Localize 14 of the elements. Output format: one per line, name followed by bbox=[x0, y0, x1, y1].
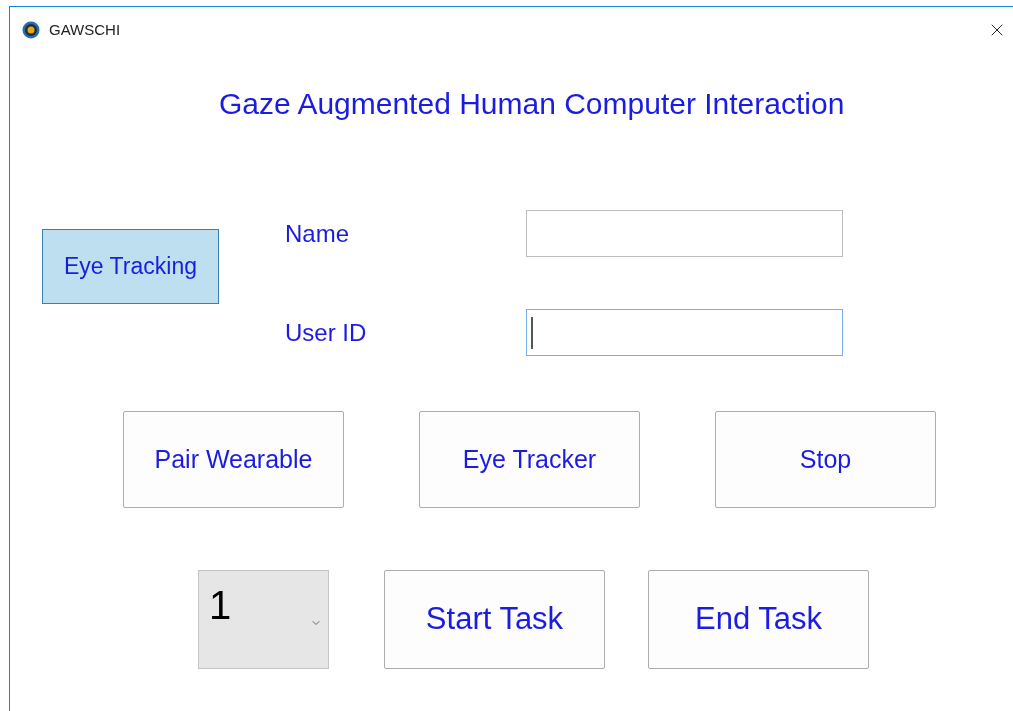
task-button[interactable]: Start Task bbox=[384, 570, 605, 669]
task-dropdown[interactable]: 1 bbox=[198, 570, 329, 669]
action-button[interactable]: Eye Tracker bbox=[419, 411, 640, 508]
field-label: Name bbox=[285, 218, 351, 249]
action-button[interactable]: Pair Wearable bbox=[123, 411, 344, 508]
field-label: User ID bbox=[285, 317, 368, 348]
heading: Gaze Augmented Human Computer Interaction bbox=[219, 86, 845, 122]
window-title: GAWSCHI bbox=[49, 19, 121, 40]
eye-tracking-button[interactable]: Eye Tracking bbox=[42, 229, 219, 304]
action-button[interactable]: Stop bbox=[715, 411, 936, 508]
input-field[interactable] bbox=[526, 210, 843, 257]
task-button[interactable]: End Task bbox=[648, 570, 869, 669]
app-logo-icon bbox=[22, 21, 40, 39]
input-field[interactable] bbox=[526, 309, 843, 356]
